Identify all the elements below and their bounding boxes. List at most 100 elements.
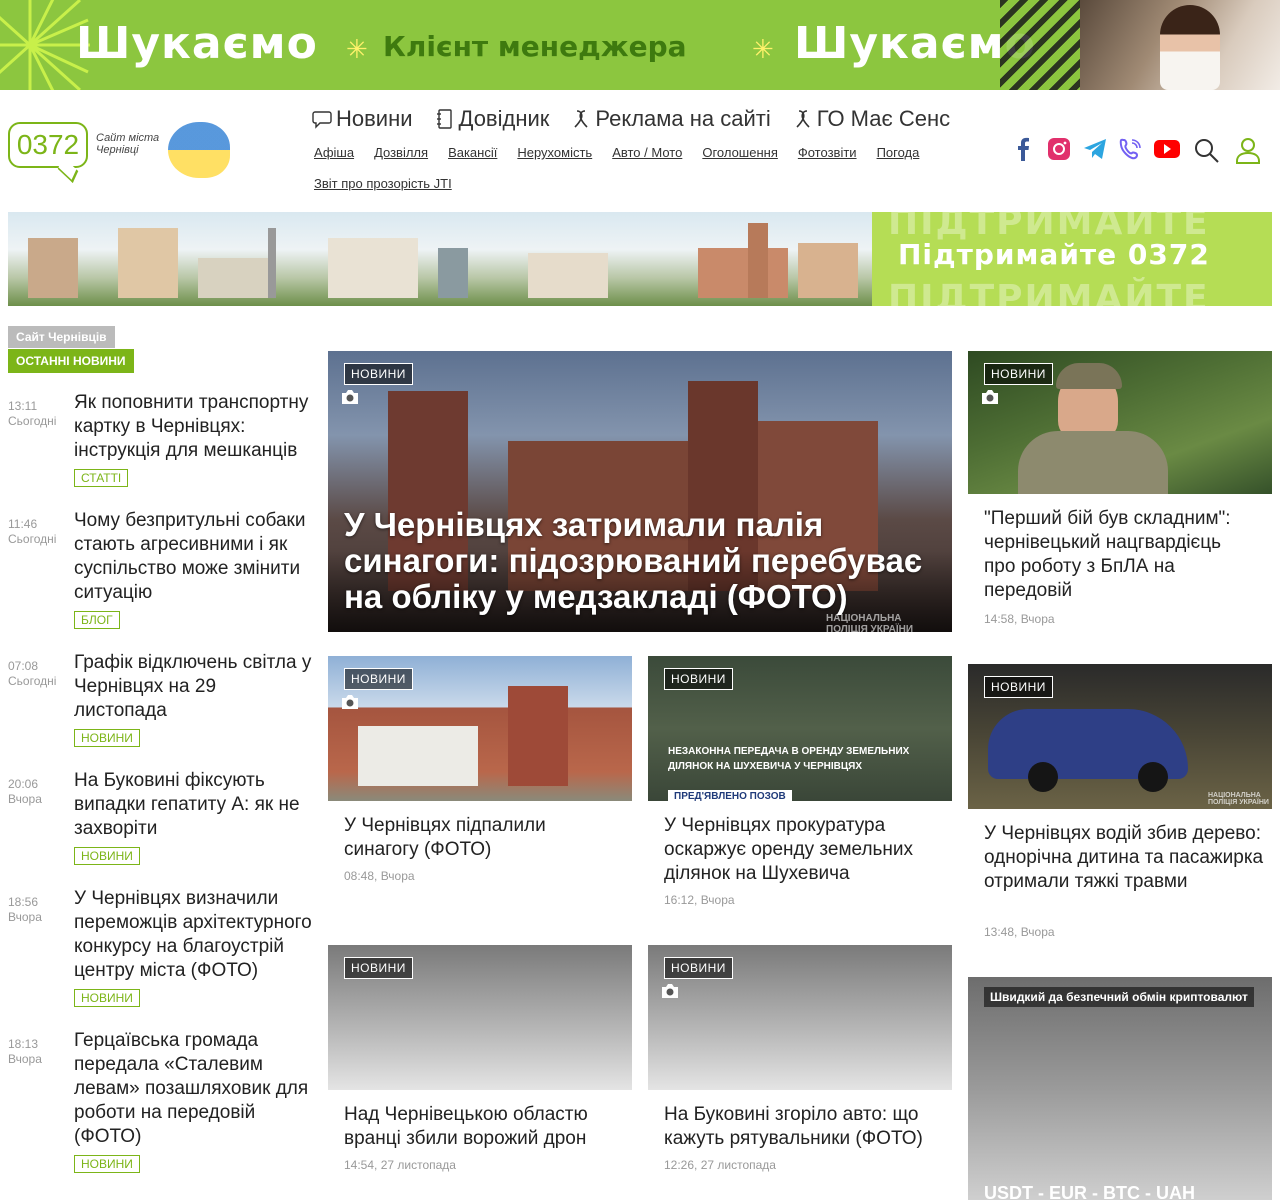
- category-badge[interactable]: НОВИНИ: [74, 729, 140, 747]
- support-ghost-text-bottom: ПІДТРИМАЙТЕ: [888, 278, 1210, 306]
- top-ad-banner[interactable]: Шукаємо ✳ Клієнт менеджера ✳ Шукаємо: [0, 0, 1280, 90]
- banner-photo: [1080, 0, 1280, 90]
- news-time: 07:08: [8, 659, 39, 673]
- image-subcaption: ПРЕД'ЯВЛЕНО ПОЗОВ: [668, 790, 792, 801]
- news-card[interactable]: НОВИНИ На Буковині згоріло авто: що кажу…: [648, 945, 952, 1175]
- police-watermark: НАЦІОНАЛЬНА ПОЛІЦІЯ УКРАЇНИ: [1208, 792, 1269, 806]
- nav-directory[interactable]: Довідник: [435, 106, 549, 132]
- list-item[interactable]: 20:06 Вчора На Буковині фіксують випадки …: [8, 769, 314, 865]
- subnav-dozvillia[interactable]: Дозвілля: [374, 144, 428, 161]
- list-item[interactable]: 11:46 Сьогодні Чому безпритульні собаки с…: [8, 509, 314, 629]
- category-badge[interactable]: НОВИНИ: [664, 668, 733, 690]
- news-title[interactable]: Графік відключень світла у Чернівцях на …: [74, 651, 314, 723]
- image-caption: НЕЗАКОННА ПЕРЕДАЧА В ОРЕНДУ ЗЕМЕЛЬНИХ ДІ…: [668, 746, 910, 772]
- crypto-exchange-ad[interactable]: Швидкий да безпечний обмін криптовалют U…: [968, 977, 1272, 1200]
- latest-news-list: 13:11 Сьогодні Як поповнити транспортну к…: [8, 391, 314, 1173]
- viber-icon[interactable]: [1118, 136, 1144, 162]
- news-title[interactable]: На Буковині фіксують випадки гепатиту А:…: [74, 769, 314, 841]
- ribbon-icon: [574, 110, 588, 128]
- news-title[interactable]: Над Чернівецькою областю вранці збили во…: [344, 1103, 624, 1151]
- news-meta: 12:26, 27 листопада: [664, 1158, 776, 1172]
- news-day: Вчора: [8, 792, 42, 806]
- news-title[interactable]: У Чернівцях підпалили синагогу (ФОТО): [344, 814, 624, 862]
- latest-news-tag: ОСТАННІ НОВИНИ: [8, 349, 134, 373]
- category-badge[interactable]: НОВИНИ: [74, 989, 140, 1007]
- police-watermark: НАЦІОНАЛЬНА ПОЛІЦІЯ УКРАЇНИ: [826, 613, 914, 635]
- nav-advertising-label: Реклама на сайті: [595, 106, 771, 131]
- hero-news-card[interactable]: НОВИНИ У Чернівцях затримали палія синаг…: [328, 351, 952, 635]
- news-day: Сьогодні: [8, 532, 57, 546]
- facebook-icon[interactable]: [1010, 136, 1036, 162]
- category-badge[interactable]: НОВИНИ: [984, 363, 1053, 385]
- site-logo[interactable]: 0372 Сайт міста Чернівці: [8, 122, 230, 182]
- list-item[interactable]: 18:13 Вчора Герцаївська громада передала …: [8, 1029, 314, 1173]
- subnav-vakansii[interactable]: Вакансії: [448, 144, 497, 161]
- instagram-icon[interactable]: [1046, 136, 1072, 162]
- news-card[interactable]: НОВИНИ "Перший бій був складним": чернів…: [968, 351, 1272, 631]
- star-icon: ✳: [346, 34, 368, 64]
- news-meta: 08:48, Вчора: [344, 869, 415, 883]
- category-badge[interactable]: СТАТТІ: [74, 469, 129, 487]
- news-title[interactable]: Чому безпритульні собаки стають агресивн…: [74, 509, 314, 605]
- category-badge[interactable]: НОВИНИ: [344, 668, 413, 690]
- chat-bubble-icon: [312, 111, 332, 129]
- news-card[interactable]: НЕЗАКОННА ПЕРЕДАЧА В ОРЕНДУ ЗЕМЕЛЬНИХ ДІ…: [648, 656, 952, 916]
- telegram-icon[interactable]: [1082, 136, 1108, 162]
- ribbon-icon: [796, 110, 810, 128]
- news-title[interactable]: У Чернівцях визначили переможців архітек…: [74, 887, 314, 983]
- news-time: 11:46: [8, 517, 38, 531]
- category-badge[interactable]: НОВИНИ: [344, 363, 413, 385]
- list-item[interactable]: 13:11 Сьогодні Як поповнити транспортну к…: [8, 391, 314, 487]
- crypto-ad-badge: Швидкий да безпечний обмін криптовалют: [984, 987, 1254, 1007]
- list-item[interactable]: 07:08 Сьогодні Графік відключень світла у…: [8, 651, 314, 747]
- user-icon[interactable]: [1234, 136, 1262, 164]
- search-icon[interactable]: [1192, 136, 1220, 164]
- nav-news[interactable]: Новини: [312, 106, 413, 132]
- news-title[interactable]: Герцаївська громада передала «Сталевим л…: [74, 1029, 314, 1149]
- subnav-pohoda[interactable]: Погода: [877, 144, 920, 161]
- news-title[interactable]: На Буковині згоріло авто: що кажуть ряту…: [664, 1103, 944, 1151]
- support-text: Підтримайте 0372: [898, 238, 1210, 271]
- banner-stripes: [1000, 0, 1080, 90]
- subnav-avto-moto[interactable]: Авто / Мото: [612, 144, 682, 161]
- category-badge[interactable]: НОВИНИ: [664, 957, 733, 979]
- news-meta: 14:58, Вчора: [984, 612, 1055, 626]
- banner-word-middle: Клієнт менеджера: [383, 30, 687, 63]
- news-time: 13:11: [8, 399, 38, 413]
- youtube-icon[interactable]: [1154, 136, 1180, 162]
- subnav-afisha[interactable]: Афіша: [314, 144, 354, 161]
- subnav-oholoshennia[interactable]: Оголошення: [702, 144, 778, 161]
- news-time: 20:06: [8, 777, 39, 791]
- category-badge[interactable]: НОВИНИ: [74, 1155, 140, 1173]
- news-card[interactable]: НОВИНИ Над Чернівецькою областю вранці з…: [328, 945, 632, 1175]
- news-time: 18:13: [8, 1037, 39, 1051]
- news-card[interactable]: НАЦІОНАЛЬНА ПОЛІЦІЯ УКРАЇНИ НОВИНИ У Чер…: [968, 664, 1272, 954]
- news-title[interactable]: У Чернівцях водій збив дерево: однорічна…: [984, 822, 1264, 894]
- star-icon: ✳: [752, 34, 774, 64]
- list-item[interactable]: 18:56 Вчора У Чернівцях визначили перемож…: [8, 887, 314, 1007]
- city-skyline-image: [8, 212, 872, 306]
- category-badge[interactable]: БЛОГ: [74, 611, 120, 629]
- news-title[interactable]: "Перший бій був складним": чернівецький …: [984, 507, 1254, 603]
- news-day: Вчора: [8, 910, 42, 924]
- news-title[interactable]: Як поповнити транспортну картку в Чернів…: [74, 391, 314, 463]
- hero-title[interactable]: У Чернівцях затримали палія синагоги: пі…: [344, 507, 944, 615]
- subnav-fotozvity[interactable]: Фотозвіти: [798, 144, 857, 161]
- news-time: 18:56: [8, 895, 39, 909]
- category-badge[interactable]: НОВИНИ: [984, 676, 1053, 698]
- nav-go-mae-sens[interactable]: ГО Має Сенс: [793, 106, 950, 132]
- news-day: Сьогодні: [8, 674, 57, 688]
- crypto-ad-title: USDT - EUR - BTC - UAH: [984, 1183, 1195, 1200]
- support-banner[interactable]: ПІДТРИМАЙТЕ Підтримайте 0372 ПІДТРИМАЙТЕ: [8, 212, 1272, 306]
- subnav-jti-report[interactable]: Звіт про прозорість JTI: [314, 175, 452, 192]
- category-badge[interactable]: НОВИНИ: [74, 847, 140, 865]
- camera-icon: [982, 390, 998, 404]
- news-day: Сьогодні: [8, 414, 57, 428]
- category-badge[interactable]: НОВИНИ: [344, 957, 413, 979]
- news-card[interactable]: НОВИНИ У Чернівцях підпалили синагогу (Ф…: [328, 656, 632, 886]
- header-tools: [1192, 136, 1262, 164]
- nav-advertising[interactable]: Реклама на сайті: [571, 106, 771, 132]
- site-tag: Сайт Чернівців: [8, 326, 115, 348]
- news-title[interactable]: У Чернівцях прокуратура оскаржує оренду …: [664, 814, 944, 886]
- subnav-nerukhomist[interactable]: Нерухомість: [517, 144, 592, 161]
